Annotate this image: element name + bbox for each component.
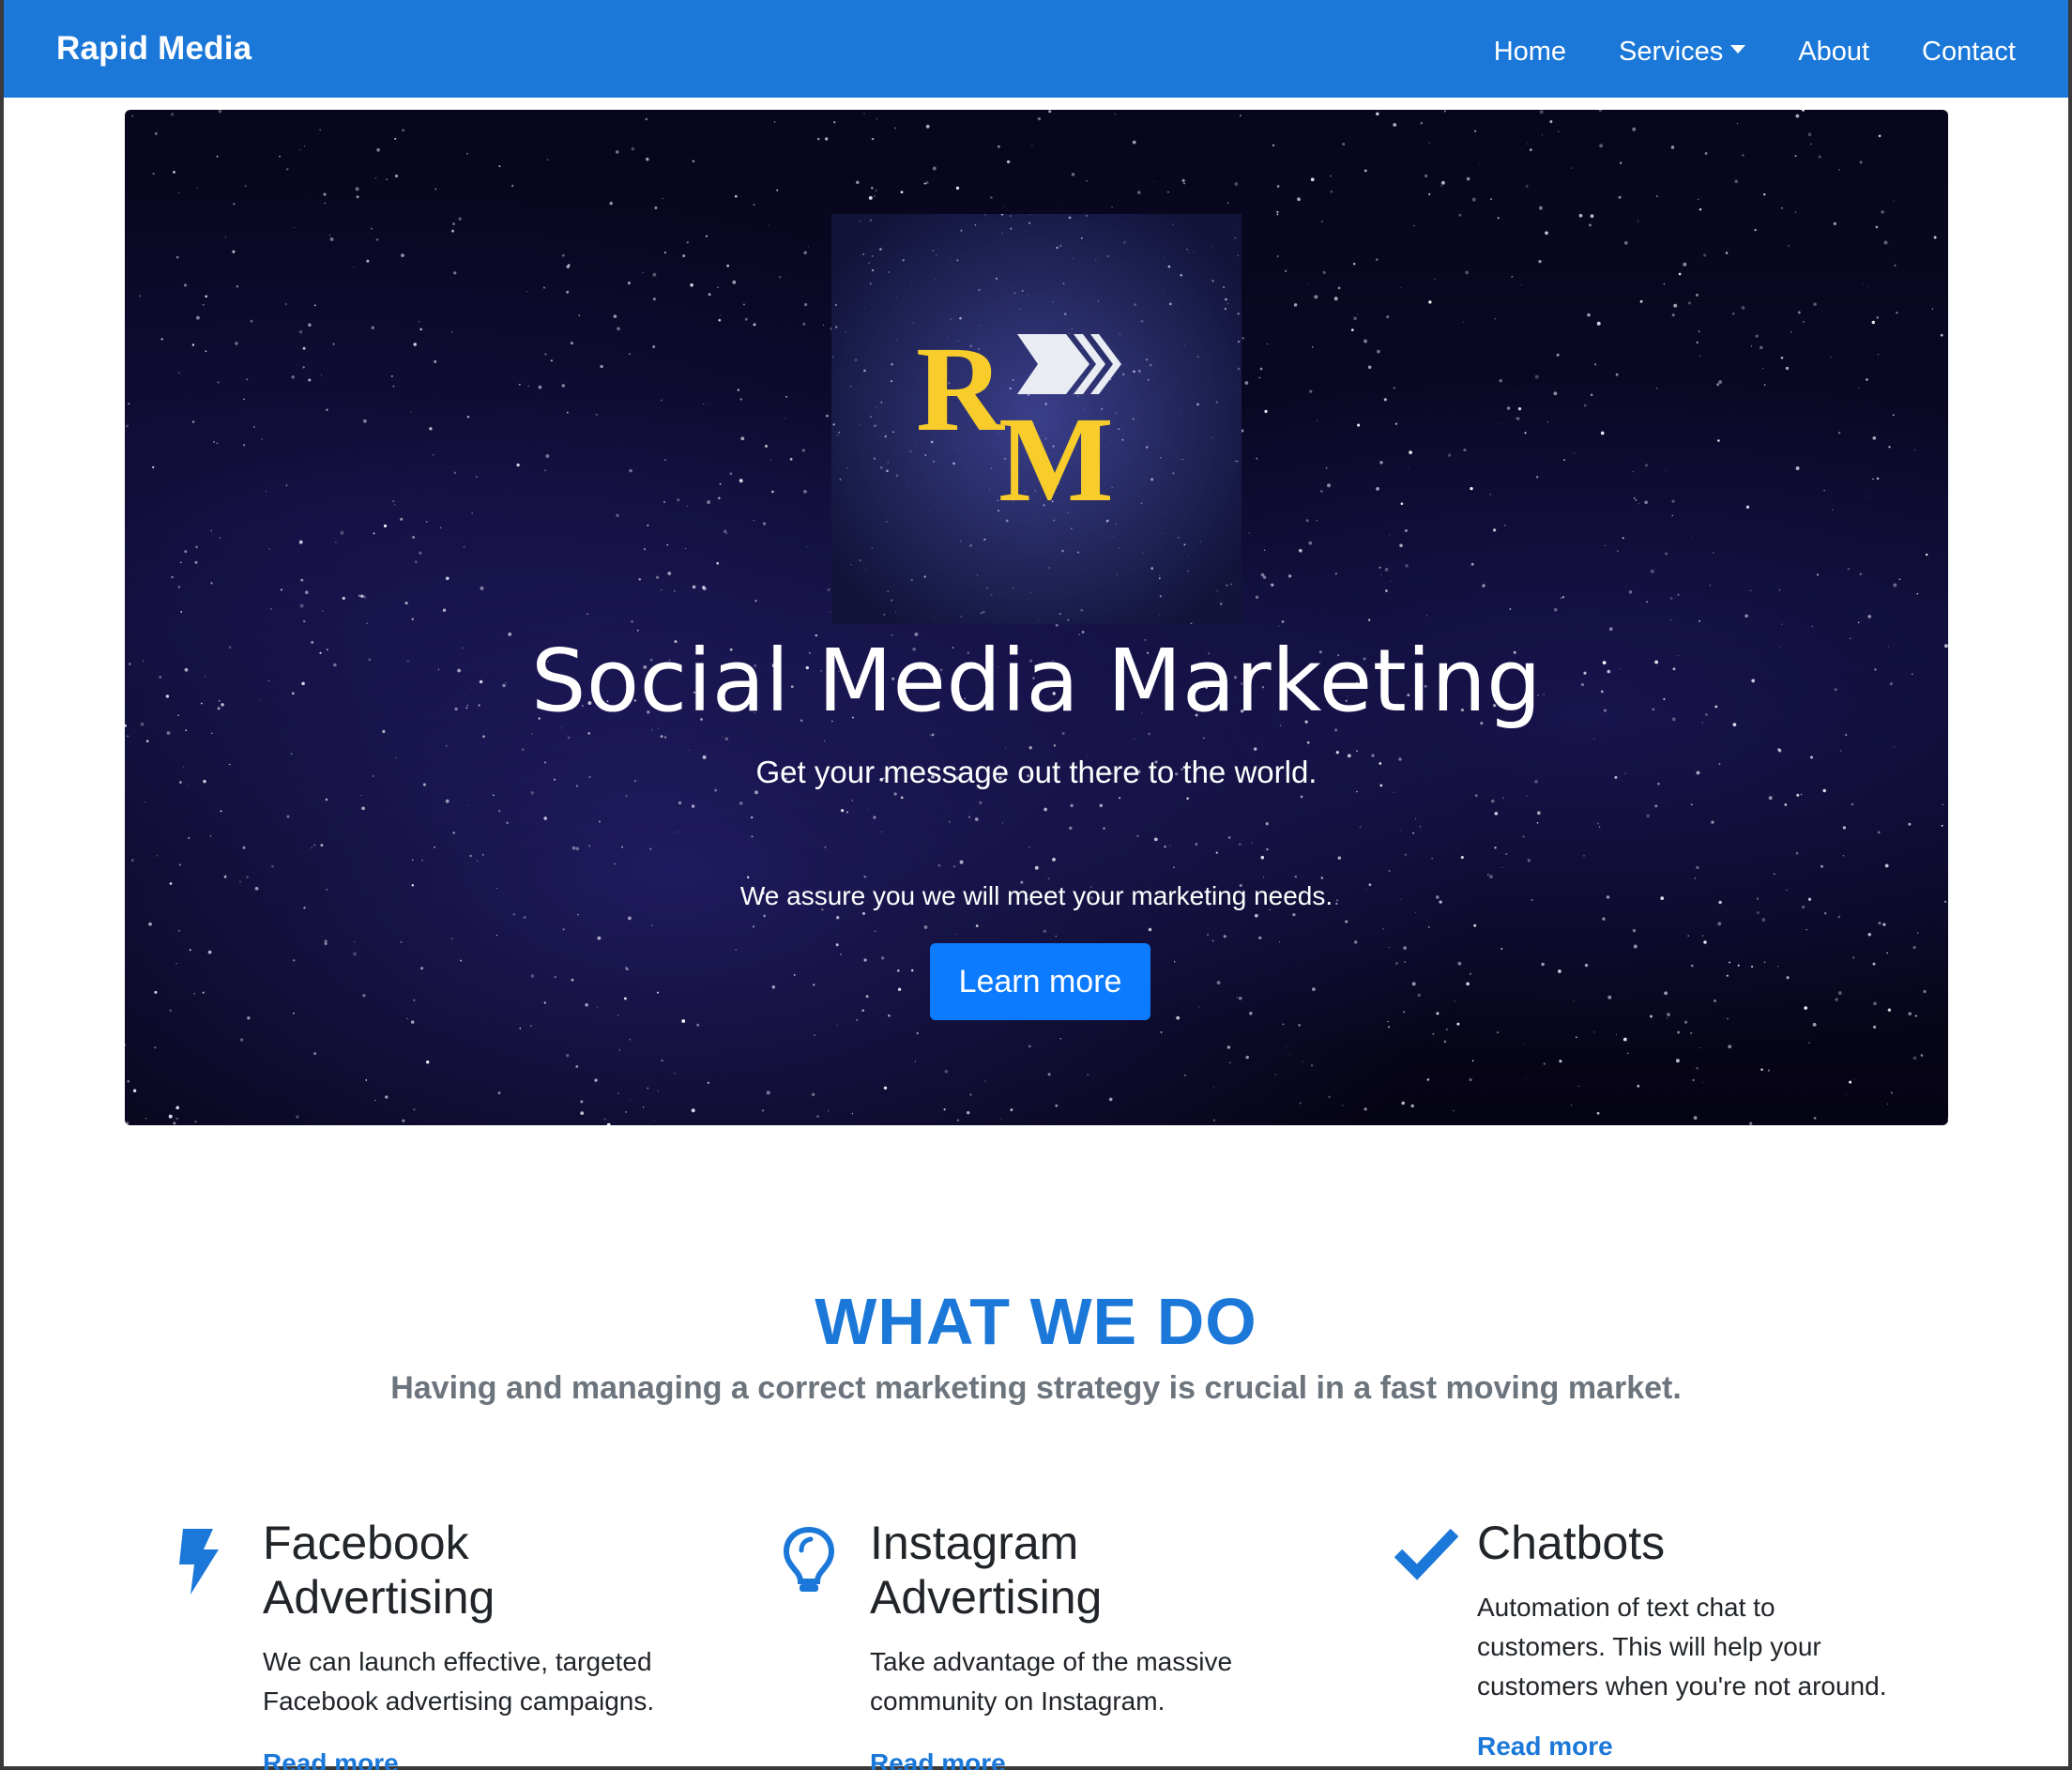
hero-text: We assure you we will meet your marketin… <box>739 881 1333 910</box>
feature-title: Chatbots <box>1477 1517 1666 1569</box>
nav-about[interactable]: About <box>1798 37 1869 68</box>
feature-desc-line2: customers. This will help your <box>1477 1632 1821 1661</box>
feature-title-line2: Advertising <box>870 1571 1103 1624</box>
svg-text:M: M <box>998 392 1114 527</box>
lightbulb-icon <box>783 1526 835 1592</box>
nav-services-label: Services <box>1619 36 1724 67</box>
nav-contact[interactable]: Contact <box>1922 37 2016 68</box>
nav-services-dropdown[interactable]: Services <box>1619 36 1746 68</box>
feature-title-line1: Instagram <box>870 1517 1079 1569</box>
feature-title-line1: Facebook <box>263 1517 469 1569</box>
hero-title: Social Media Marketing <box>530 631 1543 731</box>
rm-logo-graphic: R M <box>831 214 1242 624</box>
read-more-link[interactable]: Read more <box>1477 1732 1613 1762</box>
rm-logo: R M <box>831 214 1242 624</box>
feature-desc-line1: We can launch effective, targeted <box>263 1647 652 1676</box>
hero-banner: R M Social Media Marketing Get your mess… <box>125 110 1948 1125</box>
hero-subtitle: Get your message out there to the world. <box>755 755 1318 789</box>
checkmark-icon <box>1394 1528 1459 1580</box>
navbar: Rapid Media Home Services About Contact <box>4 0 2068 98</box>
svg-text:R: R <box>916 322 1006 457</box>
nav-home[interactable]: Home <box>1494 37 1566 68</box>
section-title: WHAT WE DO <box>815 1285 1257 1358</box>
learn-more-button[interactable]: Learn more <box>930 943 1150 1020</box>
section-subtitle: Having and managing a correct marketing … <box>390 1370 1682 1406</box>
caret-down-icon <box>1730 44 1746 53</box>
feature-desc-line2: community on Instagram. <box>870 1686 1166 1716</box>
read-more-link[interactable]: Read more <box>870 1748 1006 1770</box>
feature-desc-line3: customers when you're not around. <box>1477 1671 1887 1701</box>
feature-desc-line1: Automation of text chat to <box>1477 1593 1775 1622</box>
nav-links: Home Services About Contact <box>1494 37 2016 68</box>
feature-title-line2: Advertising <box>263 1571 495 1624</box>
read-more-link[interactable]: Read more <box>263 1748 399 1770</box>
bolt-icon <box>179 1529 219 1595</box>
brand-logo-text[interactable]: Rapid Media <box>56 30 251 68</box>
feature-desc-line2: Facebook advertising campaigns. <box>263 1686 655 1716</box>
feature-desc-line1: Take advantage of the massive <box>870 1647 1233 1676</box>
